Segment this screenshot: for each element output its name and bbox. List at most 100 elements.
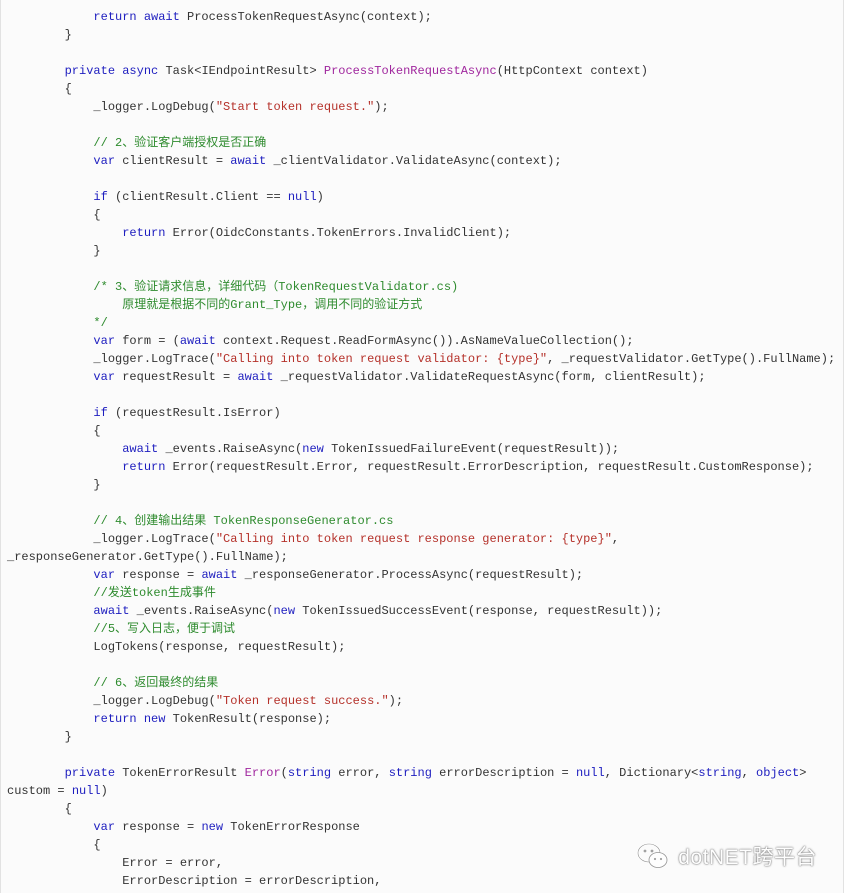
code-token: await (237, 370, 281, 384)
code-line: ErrorDescription = errorDescription, (7, 872, 843, 890)
code-token: private (7, 766, 123, 780)
code-line: var requestResult = await _requestValida… (7, 368, 843, 386)
code-token: "Start token request." (215, 100, 375, 114)
code-token: ); (388, 694, 404, 708)
code-token: var (7, 370, 123, 384)
code-line: // 6、返回最终的结果 (7, 674, 843, 692)
code-token: // 2、验证客户端授权是否正确 (7, 136, 267, 150)
code-token: Task<IEndpointResult> (165, 64, 324, 78)
code-token: , _requestValidator.GetType().FullName); (547, 352, 836, 366)
code-line: if (requestResult.IsError) (7, 404, 843, 422)
code-line: var clientResult = await _clientValidato… (7, 152, 843, 170)
code-line: return Error(OidcConstants.TokenErrors.I… (7, 224, 843, 242)
code-token: _requestValidator.ValidateRequestAsync(f… (280, 370, 706, 384)
code-token: TokenErrorResult (122, 766, 245, 780)
code-token: return new (7, 712, 173, 726)
code-token: Error (244, 766, 281, 780)
code-token: string (287, 766, 339, 780)
code-token: "Token request success." (215, 694, 389, 708)
code-line: } (7, 476, 843, 494)
code-token: new (302, 442, 332, 456)
code-token: private async (7, 64, 166, 78)
code-token: Error = error, (7, 856, 224, 870)
code-token: ); (374, 100, 389, 114)
code-token: string (388, 766, 440, 780)
code-token: } (7, 28, 72, 42)
code-token: _events.RaiseAsync( (136, 604, 274, 618)
wechat-icon (637, 842, 668, 868)
code-line: { (7, 206, 843, 224)
code-token: null (287, 190, 317, 204)
code-line: */ (7, 314, 843, 332)
code-line: } (7, 728, 843, 746)
code-token: _events.RaiseAsync( (165, 442, 303, 456)
code-line: { (7, 80, 843, 98)
code-token: _logger.LogTrace( (7, 352, 216, 366)
code-token: ProcessTokenRequestAsync(context); (187, 10, 432, 24)
code-token: _clientValidator.ValidateAsync(context); (273, 154, 562, 168)
code-token: response = (122, 820, 202, 834)
code-token: TokenIssuedFailureEvent(requestResult)); (331, 442, 620, 456)
code-token: object (756, 766, 800, 780)
watermark-text: dotNET跨平台 (678, 846, 817, 869)
code-line: _logger.LogDebug("Token request success.… (7, 692, 843, 710)
code-line: private TokenErrorResult Error(string er… (7, 764, 843, 782)
code-token: } (7, 730, 72, 744)
code-token: } (7, 244, 101, 258)
code-line: _logger.LogTrace("Calling into token req… (7, 530, 843, 548)
code-token: var (7, 820, 123, 834)
code-token: , (741, 766, 757, 780)
code-token: { (7, 208, 101, 222)
code-viewer: return await ProcessTokenRequestAsync(co… (0, 0, 844, 893)
code-token: (HttpContext context) (496, 64, 648, 78)
code-line: _logger.LogDebug("Start token request.")… (7, 98, 843, 116)
code-token: , Dictionary< (604, 766, 699, 780)
code-token: await (7, 604, 137, 618)
code-line: //5、写入日志，便于调试 (7, 620, 843, 638)
code-block: return await ProcessTokenRequestAsync(co… (7, 8, 843, 890)
code-token: ) (100, 784, 108, 798)
code-line: _logger.LogTrace("Calling into token req… (7, 350, 843, 368)
code-line: private async Task<IEndpointResult> Proc… (7, 62, 843, 80)
code-token: , (611, 532, 620, 546)
code-token: context.Request.ReadFormAsync()).AsNameV… (223, 334, 634, 348)
code-token: custom = (7, 784, 72, 798)
code-token: "Calling into token request response gen… (215, 532, 612, 546)
code-line: } (7, 26, 843, 44)
code-token: string (698, 766, 742, 780)
code-token: await (7, 442, 166, 456)
code-token: var (7, 568, 123, 582)
code-token: _logger.LogDebug( (7, 100, 216, 114)
code-token: return (7, 460, 173, 474)
code-token: var (7, 154, 123, 168)
code-line: var response = new TokenErrorResponse (7, 818, 843, 836)
code-token: null (575, 766, 605, 780)
code-line: return Error(requestResult.Error, reques… (7, 458, 843, 476)
code-token: await (201, 568, 245, 582)
code-line: if (clientResult.Client == null) (7, 188, 843, 206)
code-line: // 4、创建输出结果 TokenResponseGenerator.cs (7, 512, 843, 530)
code-token: } (7, 478, 101, 492)
code-token: new (273, 604, 303, 618)
code-line: var form = (await context.Request.ReadFo… (7, 332, 843, 350)
code-line: var response = await _responseGenerator.… (7, 566, 843, 584)
code-line: //发送token生成事件 (7, 584, 843, 602)
code-token: TokenResult(response); (172, 712, 332, 726)
code-token: form = ( (122, 334, 180, 348)
code-token: // 6、返回最终的结果 (7, 676, 219, 690)
code-token: requestResult = (122, 370, 238, 384)
code-token: Error(requestResult.Error, requestResult… (172, 460, 814, 474)
code-token: (clientResult.Client == (115, 190, 288, 204)
code-line: return new TokenResult(response); (7, 710, 843, 728)
code-token: // 4、创建输出结果 TokenResponseGenerator.cs (7, 514, 394, 528)
code-token: error, (338, 766, 389, 780)
code-token: _logger.LogDebug( (7, 694, 216, 708)
code-token: > (799, 766, 807, 780)
code-line: 原理就是根据不同的Grant_Type，调用不同的验证方式 (7, 296, 843, 314)
